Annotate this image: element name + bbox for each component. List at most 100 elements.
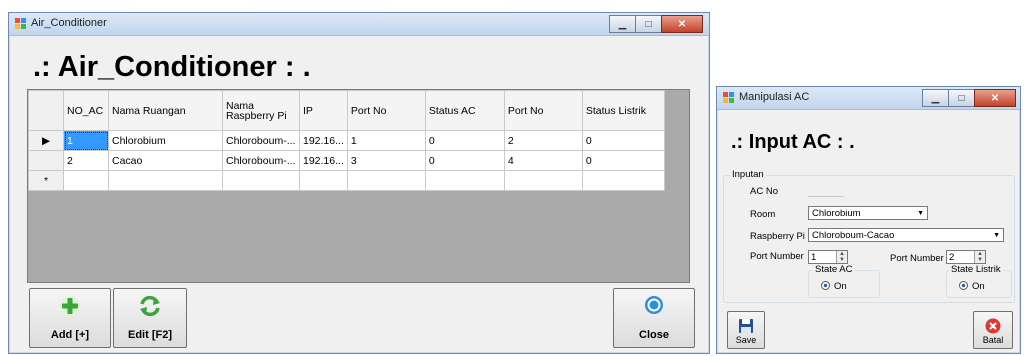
main-titlebar[interactable]: Air_Conditioner ▁ □ ✕ bbox=[9, 13, 709, 36]
table-cell[interactable]: 4 bbox=[503, 150, 583, 171]
save-button-label: Save bbox=[735, 335, 757, 345]
table-cell[interactable] bbox=[108, 170, 223, 191]
stepper-arrows-icon[interactable]: ▲ ▼ bbox=[836, 251, 847, 263]
table-cell[interactable]: 0 bbox=[424, 150, 505, 171]
batal-button-label: Batal bbox=[982, 335, 1004, 345]
state-ac-on-label: On bbox=[834, 281, 847, 292]
batal-button[interactable]: Batal bbox=[973, 311, 1013, 349]
state-ac-on-radio[interactable]: On bbox=[821, 281, 847, 292]
dialog-close-button[interactable]: ✕ bbox=[974, 89, 1016, 107]
table-cell[interactable] bbox=[346, 170, 426, 191]
room-select[interactable]: Chlorobium ▼ bbox=[808, 206, 928, 220]
table-cell[interactable] bbox=[503, 170, 583, 191]
col-header-nama-ruangan[interactable]: Nama Ruangan bbox=[108, 90, 223, 131]
stepper-arrows-icon[interactable]: ▲ ▼ bbox=[974, 251, 985, 263]
minimize-button[interactable]: ▁ bbox=[609, 15, 636, 33]
power-icon bbox=[645, 296, 663, 314]
table-cell[interactable]: Chlorobium bbox=[108, 130, 223, 151]
ac-data-grid[interactable]: NO_AC Nama Ruangan Nama Raspberry Pi IP … bbox=[27, 89, 690, 283]
room-label: Room bbox=[750, 209, 776, 220]
table-cell[interactable] bbox=[581, 170, 665, 191]
close-button[interactable]: Close bbox=[613, 288, 695, 348]
new-row[interactable]: * bbox=[28, 170, 665, 191]
state-ac-label: State AC bbox=[813, 264, 855, 275]
radio-selected-icon bbox=[821, 281, 830, 290]
new-row-marker: * bbox=[28, 170, 64, 191]
row-header[interactable] bbox=[28, 150, 64, 171]
table-cell[interactable]: Chloroboum-... bbox=[222, 150, 300, 171]
radio-selected-icon bbox=[959, 281, 968, 290]
dialog-maximize-button[interactable]: □ bbox=[948, 89, 975, 107]
col-header-ip[interactable]: IP bbox=[299, 90, 348, 131]
dialog-minimize-button[interactable]: ▁ bbox=[922, 89, 949, 107]
page-title: .: Air_Conditioner : . bbox=[33, 51, 311, 83]
main-window-title: Air_Conditioner bbox=[31, 17, 107, 29]
main-window: Air_Conditioner ▁ □ ✕ .: Air_Conditioner… bbox=[8, 12, 710, 354]
room-select-value: Chlorobium bbox=[812, 208, 861, 219]
table-cell[interactable]: 2 bbox=[503, 130, 583, 151]
table-cell[interactable] bbox=[424, 170, 505, 191]
col-header-status-listrik[interactable]: Status Listrik bbox=[581, 90, 665, 131]
col-header-no-ac[interactable]: NO_AC bbox=[63, 90, 109, 131]
state-listrik-on-label: On bbox=[972, 281, 985, 292]
edit-button-label: Edit [F2] bbox=[128, 329, 172, 341]
dialog-heading: .: Input AC : . bbox=[731, 131, 855, 153]
inputan-group: Inputan AC No Room Chlorobium ▼ Raspberr… bbox=[723, 169, 1015, 303]
maximize-icon: □ bbox=[645, 18, 652, 30]
table-row[interactable]: ▶ 1 Chlorobium Chloroboum-... 192.16... … bbox=[28, 130, 665, 151]
ac-no-label: AC No bbox=[750, 186, 778, 197]
table-cell[interactable]: Cacao bbox=[108, 150, 223, 171]
plus-icon bbox=[60, 296, 80, 316]
table-cell[interactable]: 0 bbox=[581, 150, 665, 171]
maximize-icon: □ bbox=[958, 92, 965, 104]
col-header-status-ac[interactable]: Status AC bbox=[424, 90, 505, 131]
table-cell[interactable] bbox=[299, 170, 348, 191]
current-row-indicator: ▶ bbox=[28, 130, 64, 151]
dialog-titlebar[interactable]: Manipulasi AC ▁ □ ✕ bbox=[717, 87, 1020, 110]
close-button-label: Close bbox=[639, 329, 669, 341]
add-button-label: Add [+] bbox=[50, 329, 90, 341]
grid-header-row: NO_AC Nama Ruangan Nama Raspberry Pi IP … bbox=[28, 90, 665, 131]
raspberry-pi-label: Raspberry Pi bbox=[750, 231, 805, 242]
close-window-button[interactable]: ✕ bbox=[661, 15, 703, 33]
app-icon bbox=[723, 92, 734, 103]
manipulasi-ac-dialog: Manipulasi AC ▁ □ ✕ .: Input AC : . Inpu… bbox=[716, 86, 1021, 354]
port-number-label-1: Port Number bbox=[750, 251, 804, 262]
refresh-icon bbox=[140, 295, 160, 317]
ac-no-value bbox=[808, 184, 844, 197]
col-header-nama-raspberry-pi[interactable]: Nama Raspberry Pi bbox=[222, 90, 300, 131]
state-listrik-group: State Listrik On bbox=[946, 264, 1012, 298]
port-number-stepper-2[interactable]: 2 ▲ ▼ bbox=[946, 250, 986, 264]
table-cell[interactable]: 192.16... bbox=[299, 150, 348, 171]
minimize-icon: ▁ bbox=[931, 92, 940, 104]
raspberry-pi-select[interactable]: Chloroboum-Cacao ▼ bbox=[808, 228, 1004, 242]
table-cell[interactable]: 0 bbox=[424, 130, 505, 151]
table-cell[interactable] bbox=[63, 170, 109, 191]
table-cell[interactable]: 1 bbox=[63, 130, 109, 151]
save-button[interactable]: Save bbox=[727, 311, 765, 349]
maximize-button[interactable]: □ bbox=[635, 15, 662, 33]
add-button[interactable]: Add [+] bbox=[29, 288, 111, 348]
dialog-title: Manipulasi AC bbox=[739, 91, 810, 103]
table-cell[interactable]: 2 bbox=[63, 150, 109, 171]
cancel-x-icon bbox=[985, 318, 1001, 334]
row-header-corner bbox=[28, 90, 64, 131]
port-number-stepper-1[interactable]: 1 ▲ ▼ bbox=[808, 250, 848, 264]
table-cell[interactable]: Chloroboum-... bbox=[222, 130, 300, 151]
table-row[interactable]: 2 Cacao Chloroboum-... 192.16... 3 0 4 0 bbox=[28, 150, 665, 171]
close-icon: ✕ bbox=[990, 92, 1000, 104]
state-listrik-on-radio[interactable]: On bbox=[959, 281, 985, 292]
table-cell[interactable]: 1 bbox=[346, 130, 426, 151]
port-number-label-2: Port Number bbox=[890, 253, 944, 264]
col-header-port-no-2[interactable]: Port No bbox=[503, 90, 583, 131]
table-cell[interactable]: 192.16... bbox=[299, 130, 348, 151]
table-cell[interactable]: 0 bbox=[581, 130, 665, 151]
edit-button[interactable]: Edit [F2] bbox=[113, 288, 187, 348]
inputan-group-label: Inputan bbox=[730, 169, 766, 180]
table-cell[interactable] bbox=[222, 170, 300, 191]
state-listrik-label: State Listrik bbox=[949, 264, 1003, 275]
table-cell[interactable]: 3 bbox=[346, 150, 426, 171]
col-header-port-no[interactable]: Port No bbox=[346, 90, 426, 131]
state-ac-group: State AC On bbox=[808, 264, 880, 298]
floppy-disk-icon bbox=[739, 319, 753, 333]
